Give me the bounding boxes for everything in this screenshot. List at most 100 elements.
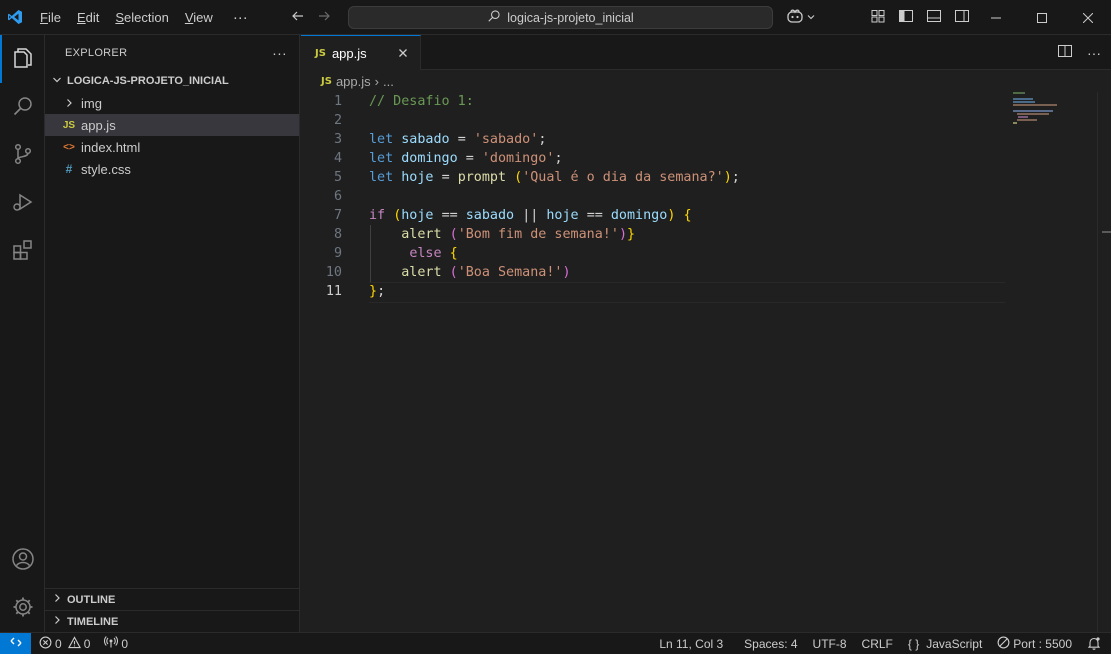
warning-icon [67,635,81,652]
window-controls [973,0,1111,35]
ports-button[interactable]: 0 [104,635,128,652]
language-label: JavaScript [926,637,983,651]
outline-section[interactable]: OUTLINE [45,588,299,610]
code-line: 7 if (hoje == sabado || hoje == domingo) … [333,208,692,223]
remote-icon [9,635,23,652]
timeline-label: TIMELINE [67,615,119,628]
back-arrow-icon[interactable] [290,8,306,27]
code-line: 1// Desafio 1: [333,94,474,109]
editor-area: JS app.js ··· JS app.js › ... 1// Desafi… [301,35,1111,632]
code-line: 10 alert ('Boa Semana!') [325,265,571,280]
js-file-icon: JS [62,119,76,131]
status-right: Ln 11, Col 3 Spaces: 4 UTF-8 CRLF { } Ja… [659,633,1101,654]
copilot-button[interactable] [786,0,816,35]
minimap[interactable] [1011,92,1097,632]
menu-view[interactable]: View [177,0,221,35]
code-line: 2 [333,113,342,128]
status-left: 0 0 0 [39,635,128,652]
menu-file[interactable]: File [32,0,69,35]
tab-label: app.js [331,45,367,61]
copilot-icon [786,8,804,27]
encoding[interactable]: UTF-8 [813,637,847,651]
braces-icon: { } [907,637,920,651]
end-of-line[interactable]: CRLF [862,637,893,651]
breadcrumb-file[interactable]: app.js [336,74,371,89]
gear-icon [11,595,35,622]
files-icon [11,46,35,73]
bell-icon[interactable] [1087,636,1101,653]
code-editor[interactable]: 1// Desafio 1: 2 3 let sabado = 'sabado';… [301,92,1011,303]
toggle-secondary-sidebar-icon[interactable] [954,8,970,27]
run-debug-icon [11,190,35,217]
html-file-icon: <> [63,141,75,153]
error-count: 0 [55,636,62,651]
language-mode[interactable]: { } JavaScript [908,637,982,651]
title-bar: File Edit Selection View ··· logica-js-p… [0,0,1111,35]
indentation[interactable]: Spaces: 4 [744,637,797,651]
customize-layout-icon[interactable] [870,8,886,27]
vertical-scrollbar[interactable] [1097,92,1111,632]
extensions-view-button[interactable] [0,227,45,275]
tree-item-index-html[interactable]: <> index.html [45,136,299,158]
forward-arrow-icon[interactable] [316,8,332,27]
menu-selection[interactable]: Selection [107,0,176,35]
broadcast-icon [104,635,119,652]
code-line: 9 else { [333,246,458,261]
navigation-arrows [290,0,332,35]
tree-item-label: img [81,95,102,111]
status-bar: 0 0 0 Ln 11, Col 3 Spaces: 4 UTF-8 CRLF … [0,632,1111,654]
close-icon[interactable] [396,46,410,63]
code-line: 4 let domingo = 'domingo'; [333,151,563,166]
no-entry-icon [997,636,1010,652]
command-center-label: logica-js-projeto_inicial [507,10,634,25]
chevron-right-icon [51,614,63,629]
search-icon [11,94,35,121]
css-file-icon: # [65,162,73,176]
search-view-button[interactable] [0,83,45,131]
code-line: 6 [333,189,342,204]
chevron-down-icon [51,74,63,89]
account-icon [11,547,35,574]
breadcrumb-more[interactable]: ... [383,74,394,89]
explorer-view-button[interactable] [0,35,45,83]
timeline-section[interactable]: TIMELINE [45,610,299,632]
more-actions-icon[interactable]: ··· [1087,45,1101,61]
run-debug-view-button[interactable] [0,179,45,227]
accounts-button[interactable] [0,536,45,584]
tree-item-img[interactable]: img [45,92,299,114]
menu-edit[interactable]: Edit [69,0,107,35]
ports-count: 0 [121,636,129,651]
tab-app-js[interactable]: JS app.js [301,35,421,70]
maximize-button[interactable] [1019,0,1065,35]
port-label: Port : 5500 [1013,637,1072,651]
live-server-port[interactable]: Port : 5500 [997,636,1072,652]
workspace-folder[interactable]: LOGICA-JS-PROJETO_INICIAL [45,70,299,92]
editor-actions: ··· [1057,35,1101,70]
close-window-button[interactable] [1065,0,1111,35]
command-center-search[interactable]: logica-js-projeto_inicial [348,6,773,29]
source-control-view-button[interactable] [0,131,45,179]
cursor-position[interactable]: Ln 11, Col 3 [659,637,723,651]
warning-count: 0 [83,636,91,651]
breadcrumb-separator: › [374,73,379,89]
problems-button[interactable]: 0 0 [39,635,91,652]
minimize-button[interactable] [973,0,1019,35]
manage-button[interactable] [0,584,45,632]
layout-controls [870,0,970,35]
split-editor-icon[interactable] [1057,43,1073,62]
js-file-icon: JS [315,47,326,59]
code-line: 5 let hoje = prompt ('Qual é o dia da sem… [333,170,740,185]
explorer-more-button[interactable]: ··· [272,45,287,61]
explorer-sidebar: EXPLORER ··· LOGICA-JS-PROJETO_INICIAL i… [45,35,300,632]
tree-item-label: index.html [81,139,141,155]
toggle-panel-icon[interactable] [926,8,942,27]
chevron-down-icon [806,10,816,25]
remote-indicator-button[interactable] [0,632,31,654]
code-line: 3 let sabado = 'sabado'; [333,132,547,147]
source-control-icon [11,142,35,169]
tree-item-app-js[interactable]: JS app.js [45,114,299,136]
toggle-primary-sidebar-icon[interactable] [898,8,914,27]
workspace-folder-label: LOGICA-JS-PROJETO_INICIAL [67,75,229,87]
menu-more-button[interactable]: ··· [225,0,256,35]
tree-item-style-css[interactable]: # style.css [45,158,299,180]
